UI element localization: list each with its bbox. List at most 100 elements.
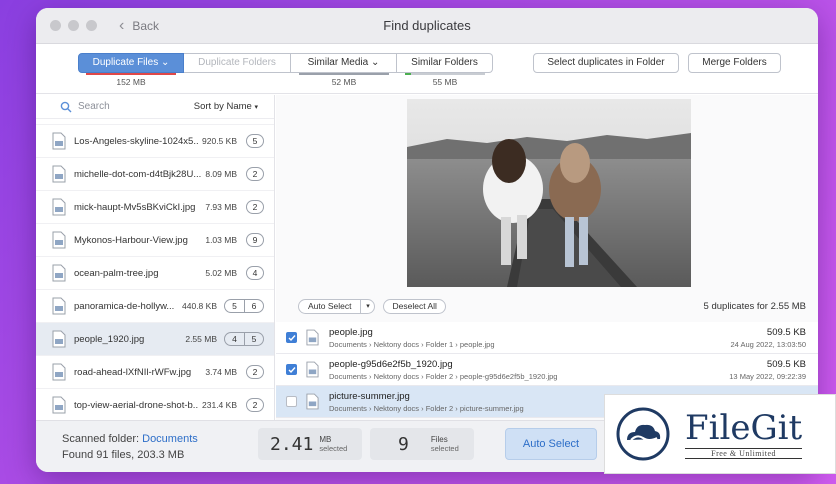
back-button[interactable]: ‹ Back [119, 17, 159, 35]
selection-actions: Auto Select ▾ Deselect All 5 duplicates … [298, 298, 806, 314]
file-name: top-view-aerial-drone-shot-b... [74, 399, 199, 411]
list-item[interactable]: Mykonos-Harbour-View.jpg 1.03 MB 9 [36, 224, 274, 257]
file-name: mick-haupt-Mv5sBKviCkI.jpg [74, 201, 196, 213]
duplicate-count-badge: 4 [246, 266, 264, 280]
file-list: Los-Angeles-skyline-1024x5... 920.5 KB 5… [36, 119, 274, 420]
file-sidebar: Search Sort by Name ▾ Los-Angeles-skylin… [36, 95, 275, 420]
tab-duplicate-folders[interactable]: Duplicate Folders [184, 53, 291, 73]
duplicate-count-badge: 2 [246, 398, 264, 412]
list-item[interactable]: michelle-dot-com-d4tBjk28U... 8.09 MB 2 [36, 158, 274, 191]
list-item[interactable]: top-view-aerial-drone-shot-b... 231.4 KB… [36, 389, 274, 420]
count-value: 4 [232, 334, 237, 344]
size-bar-track [411, 73, 485, 75]
file-size: 920.5 KB [202, 136, 237, 146]
size-bar [86, 73, 176, 75]
tab-duplicate-files[interactable]: Duplicate Files ⌄ [78, 53, 184, 73]
table-row[interactable]: people-g95d6e2f5b_1920.jpg Documents › N… [276, 354, 818, 386]
file-size: 1.03 MB [205, 235, 237, 245]
image-file-icon [52, 264, 66, 282]
tab-size: 55 MB [397, 73, 493, 87]
checkbox-checked[interactable] [286, 332, 297, 343]
tab-label: Similar Media [307, 57, 369, 68]
search-input[interactable]: Search [78, 101, 194, 112]
image-file-icon [306, 329, 319, 346]
list-item[interactable]: mick-haupt-Mv5sBKviCkI.jpg 7.93 MB 2 [36, 191, 274, 224]
tab-similar-media[interactable]: Similar Media ⌄ [291, 53, 397, 73]
duplicate-count-badge: 2 [246, 200, 264, 214]
select-duplicates-in-folder-button[interactable]: Select duplicates in Folder [533, 53, 679, 73]
file-size: 3.74 MB [205, 367, 237, 377]
tab-similar-folders[interactable]: Similar Folders [397, 53, 493, 73]
duplicate-count-badge: 9 [246, 233, 264, 247]
image-file-icon [306, 361, 319, 378]
selected-files-label: Files selected [431, 435, 459, 453]
duplicates-summary: 5 duplicates for 2.55 MB [703, 300, 806, 312]
file-size: 5.02 MB [205, 268, 237, 278]
file-name: panoramica-de-hollyw... [74, 300, 175, 312]
list-item-selected[interactable]: people_1920.jpg 2.55 MB 4 5 [36, 323, 274, 356]
found-files-text: Found 91 files, 203.3 MB [62, 449, 185, 461]
tab-label: Duplicate Files [92, 57, 159, 68]
minimize-button[interactable] [68, 20, 79, 31]
chevron-down-icon: ⌄ [160, 57, 170, 68]
list-item[interactable]: road-ahead-lXfNIl-rWFw.jpg 3.74 MB 2 [36, 356, 274, 389]
image-file-icon [52, 396, 66, 414]
tab-size [184, 77, 291, 87]
file-size: 2.55 MB [185, 334, 217, 344]
file-size: 8.09 MB [205, 169, 237, 179]
selected-size-value: 2.41 [270, 433, 314, 455]
size-label: 52 MB [331, 77, 357, 87]
image-file-icon [52, 165, 66, 183]
close-button[interactable] [50, 20, 61, 31]
count-value: 5 [244, 333, 263, 345]
image-file-icon [306, 393, 319, 410]
duplicate-info: people-g95d6e2f5b_1920.jpg Documents › N… [329, 359, 729, 381]
back-label: Back [132, 18, 160, 33]
list-item[interactable]: ocean-palm-tree.jpg 5.02 MB 4 [36, 257, 274, 290]
duplicates-panel: Auto Select ▾ Deselect All 5 duplicates … [276, 95, 818, 420]
sort-dropdown[interactable]: Sort by Name ▾ [194, 101, 258, 112]
watermark-text: FileGit Free & Unlimited [685, 410, 803, 459]
duplicate-count-badge: 2 [246, 167, 264, 181]
checkbox-checked[interactable] [286, 364, 297, 375]
check-icon [288, 366, 296, 373]
toolbar: Duplicate Files ⌄ Duplicate Folders Simi… [36, 44, 818, 94]
auto-select-dropdown[interactable]: Auto Select ▾ [298, 298, 376, 314]
image-preview [407, 99, 691, 287]
scanned-label: Scanned folder: [62, 433, 140, 445]
caret-down-icon[interactable]: ▾ [360, 299, 374, 313]
view-tabs: Duplicate Files ⌄ Duplicate Folders Simi… [78, 53, 493, 73]
duplicate-info: people.jpg Documents › Nektony docs › Fo… [329, 327, 731, 349]
checkbox-unchecked[interactable] [286, 396, 297, 407]
selected-size-label: MB selected [319, 435, 347, 453]
chevron-down-icon: ⌄ [370, 57, 380, 68]
duplicate-date: 24 Aug 2022, 13:03:50 [730, 339, 807, 349]
size-label: 55 MB [432, 77, 458, 87]
zoom-button[interactable] [86, 20, 97, 31]
duplicate-path: Documents › Nektony docs › Folder 2 › pe… [329, 371, 558, 381]
image-file-icon [52, 198, 66, 216]
selected-size-stat: 2.41 MB selected [258, 428, 362, 460]
merge-folders-button[interactable]: Merge Folders [688, 53, 781, 73]
duplicate-name: people.jpg [329, 326, 373, 338]
duplicate-meta: 509.5 KB 24 Aug 2022, 13:03:50 [731, 327, 807, 349]
cloud-logo-icon [616, 407, 670, 461]
duplicate-date: 13 May 2022, 09:22:39 [729, 371, 806, 381]
chevron-left-icon: ‹ [119, 16, 125, 34]
duplicate-count-badge: 5 6 [224, 299, 264, 313]
list-item[interactable]: panoramica-de-hollyw... 440.8 KB 5 6 [36, 290, 274, 323]
auto-select-label: Auto Select [308, 300, 352, 311]
tab-label: Similar Folders [411, 57, 478, 68]
scanned-folder-link[interactable]: Documents [142, 433, 198, 445]
deselect-all-button[interactable]: Deselect All [383, 298, 446, 314]
file-name: Mykonos-Harbour-View.jpg [74, 234, 188, 246]
count-value: 5 [232, 301, 237, 311]
table-row[interactable]: people.jpg Documents › Nektony docs › Fo… [276, 322, 818, 354]
file-name: people_1920.jpg [74, 333, 145, 345]
search-bar: Search Sort by Name ▾ [36, 95, 274, 119]
auto-select-button[interactable]: Auto Select [505, 428, 597, 460]
selected-size-unit: MB [319, 435, 332, 444]
list-item[interactable]: Los-Angeles-skyline-1024x5... 920.5 KB 5 [36, 125, 274, 158]
selected-files-value: 9 [398, 433, 409, 455]
count-value: 6 [244, 300, 263, 312]
